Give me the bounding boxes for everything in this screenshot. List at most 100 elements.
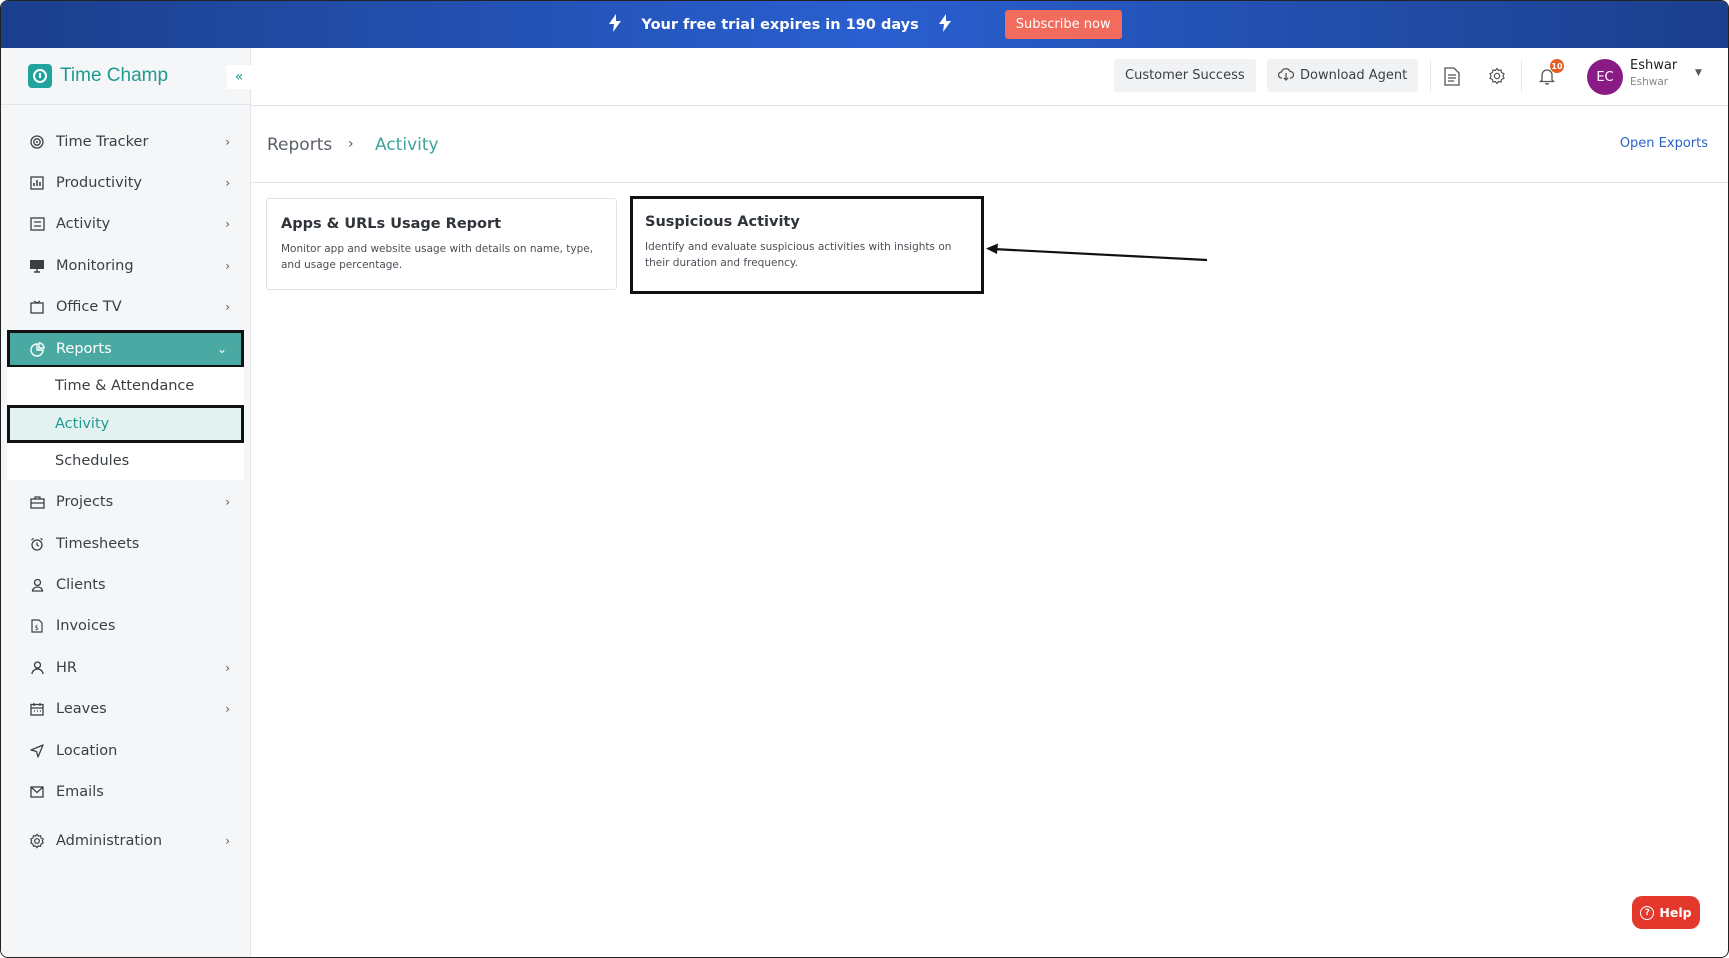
calendar-icon: [29, 701, 45, 717]
download-agent-label: Download Agent: [1300, 68, 1408, 83]
pie-chart-icon: [29, 341, 45, 357]
document-icon[interactable]: [1441, 65, 1463, 87]
sidebar-item-label: Invoices: [56, 618, 116, 634]
alarm-clock-icon: [29, 536, 45, 552]
svg-text:$: $: [35, 624, 39, 632]
chevron-right-icon: ›: [225, 135, 230, 149]
tv-icon: [29, 299, 45, 315]
sidebar-item-activity[interactable]: Activity ›: [7, 205, 244, 243]
sidebar-item-label: Timesheets: [56, 536, 140, 552]
avatar[interactable]: EC: [1587, 59, 1623, 95]
user-name: Eshwar: [1630, 58, 1678, 73]
lightning-icon: [609, 13, 622, 36]
download-agent-button[interactable]: Download Agent: [1267, 59, 1419, 92]
annotation-arrow: [986, 243, 1208, 262]
clock-logo-icon: [28, 64, 52, 88]
sidebar-item-monitoring[interactable]: Monitoring ›: [7, 247, 244, 285]
sidebar-item-label: HR: [56, 660, 77, 676]
sidebar-item-timesheets[interactable]: Timesheets: [7, 525, 244, 563]
card-title: Apps & URLs Usage Report: [281, 216, 502, 232]
person-icon: [29, 660, 45, 676]
sidebar-item-label: Monitoring: [56, 258, 134, 274]
brand-name: Time Champ: [60, 65, 169, 86]
notification-count-badge: 10: [1550, 59, 1564, 73]
top-header: Customer Success Download Agent 10 EC Es…: [251, 48, 1728, 106]
sidebar-item-label: Administration: [56, 833, 163, 849]
sidebar-item-administration[interactable]: Administration ›: [7, 822, 244, 860]
notification-bell-icon[interactable]: 10: [1536, 59, 1564, 87]
target-icon: [29, 134, 45, 150]
user-icon: [29, 577, 45, 593]
help-button[interactable]: ? Help: [1632, 896, 1700, 929]
sidebar-item-productivity[interactable]: Productivity ›: [7, 164, 244, 202]
lightning-icon: [938, 13, 951, 36]
monitor-icon: [29, 258, 45, 274]
chevron-right-icon: ›: [348, 136, 354, 152]
sidebar-item-hr[interactable]: HR ›: [7, 649, 244, 687]
chevron-right-icon: ›: [225, 702, 230, 716]
sidebar-item-label: Projects: [56, 494, 114, 510]
trial-text: Your free trial expires in 190 days: [641, 16, 919, 33]
trial-banner: Your free trial expires in 190 days Subs…: [1, 1, 1728, 48]
app-window: Your free trial expires in 190 days Subs…: [0, 0, 1729, 958]
divider: [1521, 60, 1522, 92]
suspicious-activity-card[interactable]: Suspicious Activity Identify and evaluat…: [630, 196, 984, 294]
submenu-item-time-attendance[interactable]: Time & Attendance: [7, 367, 244, 405]
sidebar-item-label: Clients: [56, 577, 106, 593]
help-label: Help: [1659, 905, 1692, 920]
cloud-download-icon: [1277, 67, 1295, 85]
chevron-right-icon: ›: [225, 259, 230, 273]
chevron-down-icon: ⌄: [216, 342, 227, 356]
divider: [1430, 60, 1431, 92]
brand-logo[interactable]: Time Champ «: [1, 48, 251, 105]
breadcrumb-reports[interactable]: Reports: [267, 135, 332, 155]
sidebar-item-invoices[interactable]: $ Invoices: [7, 607, 244, 645]
breadcrumb: Reports › Activity Open Exports: [251, 106, 1728, 183]
chevron-right-icon: ›: [225, 495, 230, 509]
chevron-right-icon: ›: [225, 176, 230, 190]
apps-urls-report-card[interactable]: Apps & URLs Usage Report Monitor app and…: [266, 198, 617, 290]
navigation-icon: [29, 743, 45, 759]
chevron-right-icon: ›: [225, 217, 230, 231]
sidebar-item-label: Leaves: [56, 701, 107, 717]
sidebar-item-emails[interactable]: Emails: [7, 773, 244, 811]
question-circle-icon: ?: [1640, 905, 1655, 920]
sidebar-item-clients[interactable]: Clients: [7, 566, 244, 604]
chevron-right-icon: ›: [225, 661, 230, 675]
sidebar-item-time-tracker[interactable]: Time Tracker ›: [7, 123, 244, 161]
open-exports-link[interactable]: Open Exports: [1620, 136, 1708, 151]
collapse-sidebar-icon[interactable]: «: [227, 65, 251, 89]
sidebar-item-label: Productivity: [56, 175, 142, 191]
submenu-item-activity[interactable]: Activity: [7, 405, 244, 443]
sidebar-item-reports[interactable]: Reports ⌄: [7, 330, 244, 368]
gear-icon: [29, 833, 45, 849]
sidebar-item-label: Time Tracker: [56, 134, 149, 150]
subscribe-button[interactable]: Subscribe now: [1004, 10, 1122, 39]
chevron-right-icon: ›: [225, 300, 230, 314]
settings-gear-icon[interactable]: [1486, 65, 1508, 87]
sidebar-item-label: Reports: [56, 341, 112, 357]
activity-list-icon: [29, 216, 45, 232]
briefcase-icon: [29, 494, 45, 510]
chevron-down-icon[interactable]: ▼: [1695, 68, 1702, 78]
user-subtitle: Eshwar: [1630, 76, 1669, 88]
card-description: Monitor app and website usage with detai…: [281, 243, 594, 271]
sidebar-item-label: Emails: [56, 784, 104, 800]
mail-icon: [29, 784, 45, 800]
invoice-icon: $: [29, 618, 45, 634]
sidebar-item-label: Location: [56, 743, 118, 759]
sidebar-item-office-tv[interactable]: Office TV ›: [7, 288, 244, 326]
sidebar-item-projects[interactable]: Projects ›: [7, 483, 244, 521]
breadcrumb-activity: Activity: [375, 135, 439, 155]
sidebar-item-label: Activity: [56, 216, 111, 232]
customer-success-label: Customer Success: [1125, 68, 1245, 83]
card-description: Identify and evaluate suspicious activit…: [645, 241, 952, 269]
bar-chart-icon: [29, 175, 45, 191]
card-title: Suspicious Activity: [645, 214, 800, 230]
sidebar-item-location[interactable]: Location: [7, 732, 244, 770]
sidebar-item-label: Office TV: [56, 299, 122, 315]
submenu-item-schedules[interactable]: Schedules: [7, 442, 244, 480]
customer-success-button[interactable]: Customer Success: [1114, 59, 1256, 92]
sidebar-item-leaves[interactable]: Leaves ›: [7, 690, 244, 728]
chevron-right-icon: ›: [225, 834, 230, 848]
